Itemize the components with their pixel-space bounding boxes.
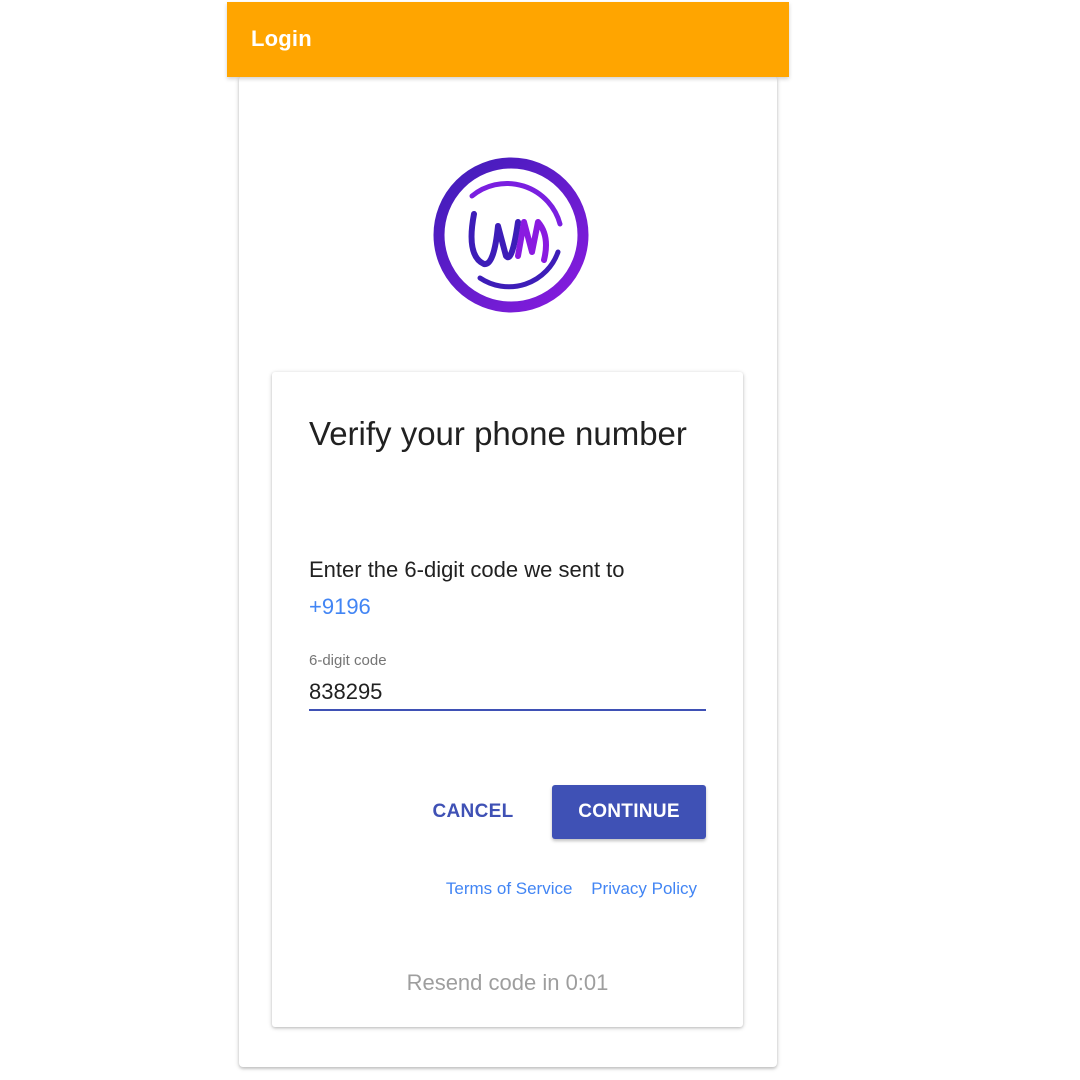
privacy-policy-link[interactable]: Privacy Policy bbox=[591, 879, 697, 898]
terms-of-service-link[interactable]: Terms of Service bbox=[446, 879, 573, 898]
cancel-button[interactable]: CANCEL bbox=[420, 785, 526, 839]
login-card: Verify your phone number Enter the 6-dig… bbox=[239, 76, 777, 1067]
app-bar-title: Login bbox=[251, 26, 312, 51]
verify-phone-card: Verify your phone number Enter the 6-dig… bbox=[272, 372, 743, 1027]
login-page: Login Verify your phone number Enter the… bbox=[0, 0, 1080, 1080]
page-title: Verify your phone number bbox=[309, 415, 687, 452]
phone-number: +9196 bbox=[309, 594, 371, 619]
footer-links: Terms of Service Privacy Policy bbox=[432, 879, 697, 899]
continue-button[interactable]: CONTINUE bbox=[552, 785, 706, 839]
app-bar: Login bbox=[227, 2, 789, 77]
resend-code-timer: Resend code in 0:01 bbox=[406, 970, 609, 995]
instruction-text: Enter the 6-digit code we sent to bbox=[309, 557, 625, 582]
code-field-label: 6-digit code bbox=[309, 652, 387, 669]
wm-logo-icon bbox=[432, 156, 590, 314]
code-input[interactable] bbox=[309, 675, 706, 711]
